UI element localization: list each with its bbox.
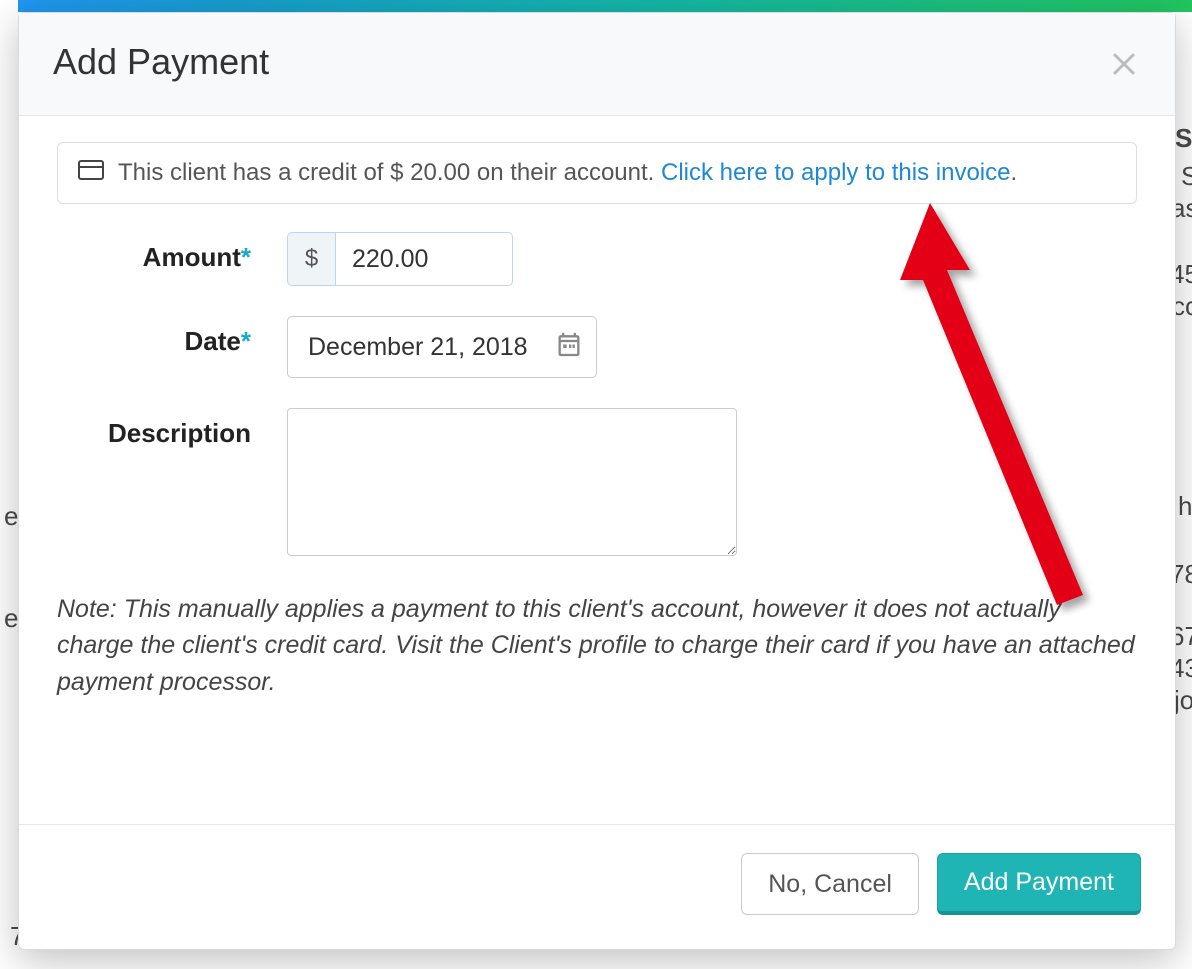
brand-gradient-bar	[18, 0, 1192, 12]
bg-text: e	[4, 602, 18, 634]
credit-text-after: on their account.	[470, 159, 661, 186]
close-icon	[1107, 66, 1141, 83]
modal-title: Add Payment	[53, 41, 269, 83]
calendar-icon[interactable]	[555, 331, 583, 364]
bg-text: e	[4, 500, 18, 532]
amount-label: Amount*	[57, 232, 287, 273]
modal-header: Add Payment	[19, 13, 1175, 116]
bg-text: S	[1181, 160, 1192, 192]
credit-period: .	[1010, 159, 1017, 186]
bg-text: h	[1178, 490, 1192, 522]
date-input[interactable]	[287, 316, 597, 378]
add-payment-modal: Add Payment This client has a credit of …	[18, 12, 1176, 950]
description-textarea[interactable]	[287, 408, 737, 556]
amount-input[interactable]	[335, 232, 513, 286]
date-row: Date*	[57, 316, 1137, 378]
currency-symbol: $	[287, 232, 335, 286]
apply-credit-link[interactable]: Click here to apply to this invoice	[661, 159, 1011, 186]
modal-body: This client has a credit of $ 20.00 on t…	[19, 116, 1175, 824]
modal-footer: No, Cancel Add Payment	[19, 824, 1175, 949]
credit-card-icon	[78, 159, 104, 187]
add-payment-button[interactable]: Add Payment	[937, 853, 1141, 915]
date-label: Date*	[57, 316, 287, 357]
description-row: Description	[57, 408, 1137, 561]
required-asterisk: *	[241, 326, 251, 356]
credit-notice: This client has a credit of $ 20.00 on t…	[57, 142, 1137, 204]
date-label-text: Date	[185, 326, 241, 356]
manual-payment-note: Note: This manually applies a payment to…	[57, 591, 1137, 700]
close-button[interactable]	[1107, 45, 1141, 79]
amount-label-text: Amount	[143, 242, 241, 272]
description-label: Description	[57, 408, 287, 449]
amount-input-group: $	[287, 232, 513, 286]
cancel-button[interactable]: No, Cancel	[741, 853, 919, 915]
bg-text: Si	[1175, 122, 1192, 154]
amount-row: Amount* $	[57, 232, 1137, 286]
credit-amount: $ 20.00	[390, 159, 470, 186]
bg-text: jo	[1174, 684, 1192, 716]
required-asterisk: *	[241, 242, 251, 272]
credit-text-before: This client has a credit of	[118, 159, 390, 186]
credit-notice-text: This client has a credit of $ 20.00 on t…	[118, 159, 1017, 187]
